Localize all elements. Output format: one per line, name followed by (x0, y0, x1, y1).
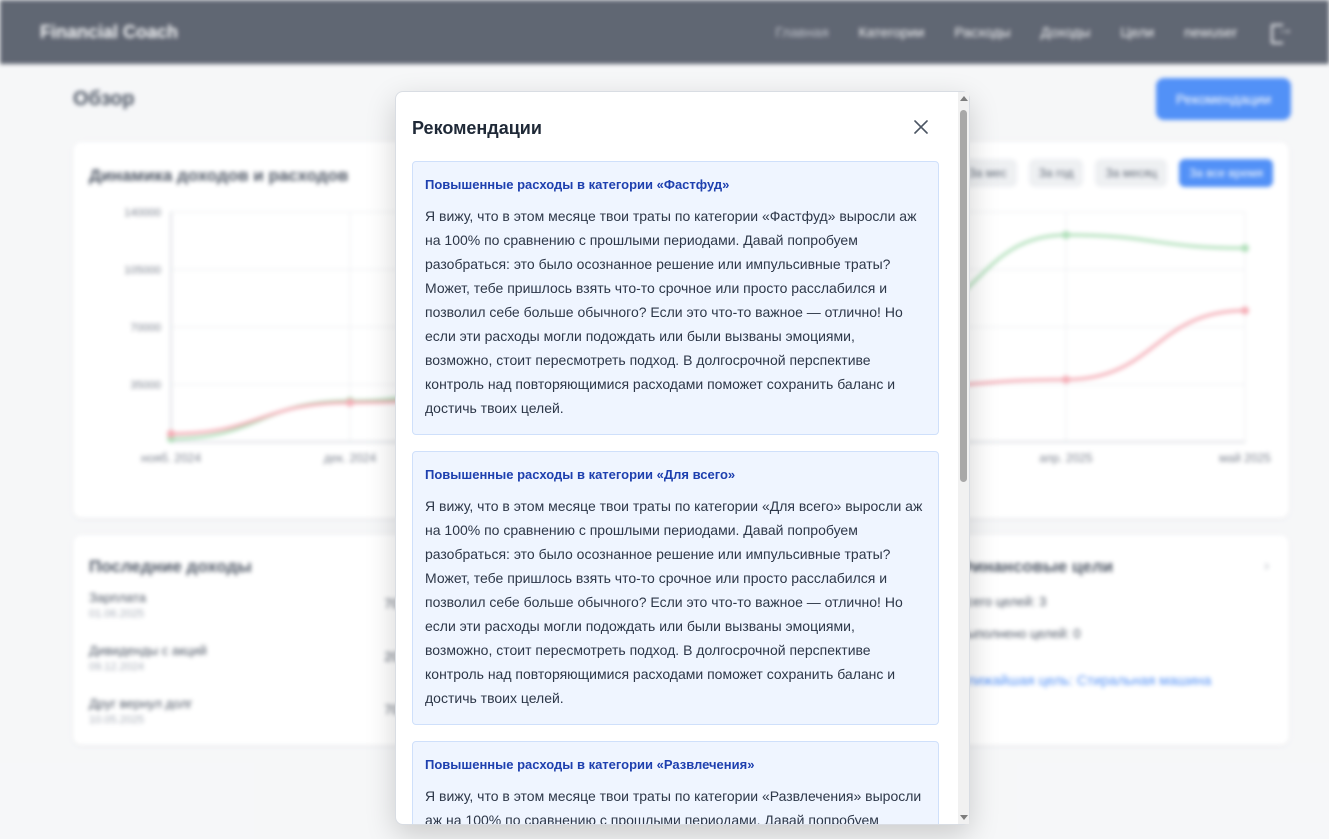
scroll-up-arrow-icon[interactable] (960, 96, 968, 101)
recommendation-text: Я вижу, что в этом месяце твои траты по … (425, 788, 922, 825)
modal-scrollbar[interactable] (958, 92, 969, 824)
recommendation-text: Я вижу, что в этом месяце твои траты по … (425, 498, 923, 706)
recommendation-heading: Повышенные расходы в категории «Развлече… (425, 757, 755, 772)
recommendation-text: Я вижу, что в этом месяце твои траты по … (425, 208, 917, 416)
scroll-down-arrow-icon[interactable] (960, 815, 968, 820)
recommendation-card: Повышенные расходы в категории «Развлече… (412, 741, 939, 825)
recommendation-heading: Повышенные расходы в категории «Для всег… (425, 467, 736, 482)
scroll-thumb[interactable] (960, 110, 967, 482)
modal-title: Рекомендации (412, 118, 542, 138)
recommendations-list: Повышенные расходы в категории «Фастфуд»… (412, 161, 939, 825)
recommendation-heading: Повышенные расходы в категории «Фастфуд» (425, 177, 730, 192)
recommendation-card: Повышенные расходы в категории «Для всег… (412, 451, 939, 725)
recommendations-modal: Рекомендации Повышенные расходы в катего… (395, 91, 970, 825)
close-icon (914, 120, 928, 134)
close-button[interactable] (910, 116, 932, 138)
recommendation-card: Повышенные расходы в категории «Фастфуд»… (412, 161, 939, 435)
